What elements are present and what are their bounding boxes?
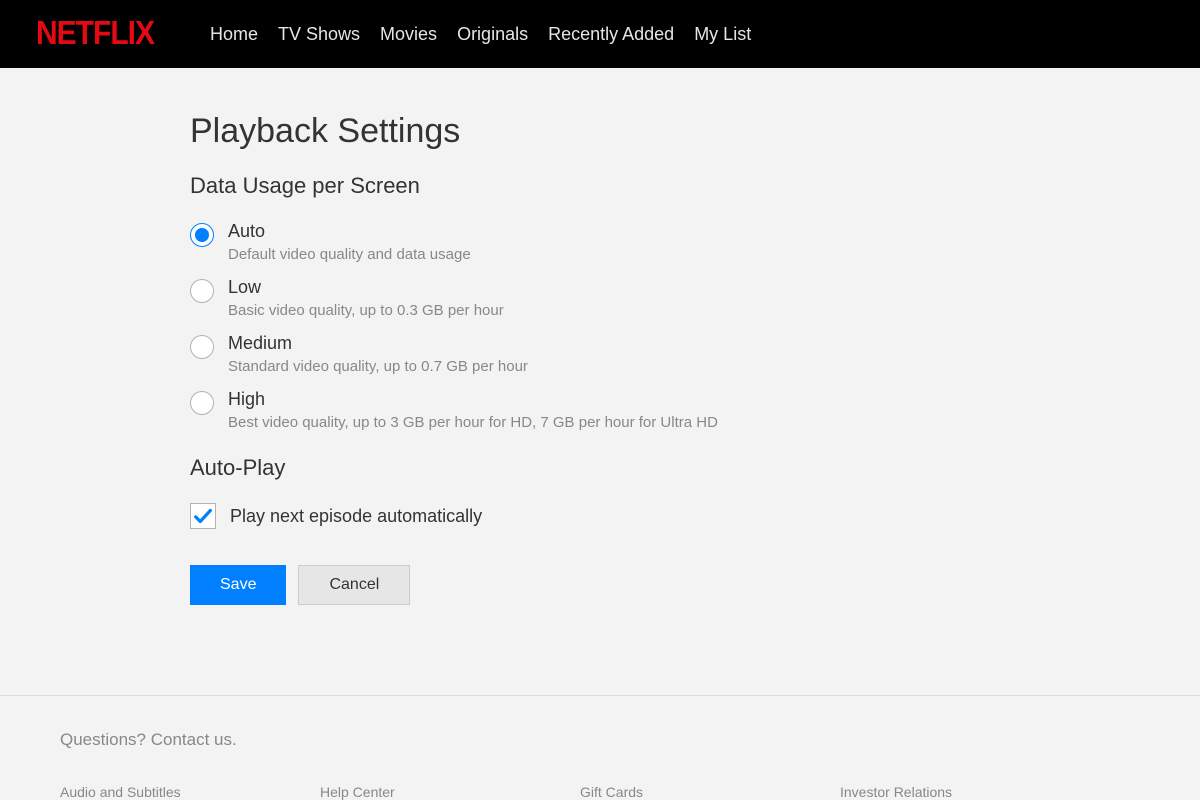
radio-high[interactable] [190, 391, 214, 415]
nav-home[interactable]: Home [210, 24, 258, 45]
radio-description: Default video quality and data usage [228, 246, 1010, 263]
radio-description: Basic video quality, up to 0.3 GB per ho… [228, 302, 1010, 319]
radio-description: Standard video quality, up to 0.7 GB per… [228, 358, 1010, 375]
radio-content: Low Basic video quality, up to 0.3 GB pe… [228, 277, 1010, 319]
page-title: Playback Settings [190, 112, 1010, 151]
checkmark-icon [192, 505, 214, 527]
nav: Home TV Shows Movies Originals Recently … [210, 24, 751, 45]
radio-content: High Best video quality, up to 3 GB per … [228, 389, 1010, 431]
autoplay-title: Auto-Play [190, 455, 1010, 481]
autoplay-checkbox[interactable] [190, 503, 216, 529]
main-content: Playback Settings Data Usage per Screen … [190, 68, 1010, 605]
footer-question[interactable]: Questions? Contact us. [60, 730, 1140, 750]
nav-tv-shows[interactable]: TV Shows [278, 24, 360, 45]
radio-low[interactable] [190, 279, 214, 303]
radio-option-auto: Auto Default video quality and data usag… [190, 221, 1010, 263]
radio-content: Auto Default video quality and data usag… [228, 221, 1010, 263]
data-usage-radio-group: Auto Default video quality and data usag… [190, 221, 1010, 431]
cancel-button[interactable]: Cancel [298, 565, 410, 605]
nav-movies[interactable]: Movies [380, 24, 437, 45]
data-usage-title: Data Usage per Screen [190, 173, 1010, 199]
button-row: Save Cancel [190, 565, 1010, 605]
footer-links: Audio and Subtitles Help Center Gift Car… [60, 784, 1140, 800]
radio-description: Best video quality, up to 3 GB per hour … [228, 414, 1010, 431]
footer: Questions? Contact us. Audio and Subtitl… [0, 695, 1200, 800]
radio-option-medium: Medium Standard video quality, up to 0.7… [190, 333, 1010, 375]
footer-link-audio-subtitles[interactable]: Audio and Subtitles [60, 784, 320, 800]
autoplay-checkbox-label: Play next episode automatically [230, 506, 482, 527]
save-button[interactable]: Save [190, 565, 286, 605]
radio-content: Medium Standard video quality, up to 0.7… [228, 333, 1010, 375]
radio-label: Auto [228, 221, 1010, 242]
nav-my-list[interactable]: My List [694, 24, 751, 45]
radio-option-high: High Best video quality, up to 3 GB per … [190, 389, 1010, 431]
radio-medium[interactable] [190, 335, 214, 359]
header: NETFLIX Home TV Shows Movies Originals R… [0, 0, 1200, 68]
radio-label: Medium [228, 333, 1010, 354]
netflix-logo[interactable]: NETFLIX [36, 15, 154, 52]
autoplay-checkbox-row: Play next episode automatically [190, 503, 1010, 529]
nav-recently-added[interactable]: Recently Added [548, 24, 674, 45]
footer-link-gift-cards[interactable]: Gift Cards [580, 784, 840, 800]
radio-label: High [228, 389, 1010, 410]
footer-link-help-center[interactable]: Help Center [320, 784, 580, 800]
radio-label: Low [228, 277, 1010, 298]
radio-option-low: Low Basic video quality, up to 0.3 GB pe… [190, 277, 1010, 319]
radio-auto[interactable] [190, 223, 214, 247]
nav-originals[interactable]: Originals [457, 24, 528, 45]
footer-link-investor-relations[interactable]: Investor Relations [840, 784, 1100, 800]
